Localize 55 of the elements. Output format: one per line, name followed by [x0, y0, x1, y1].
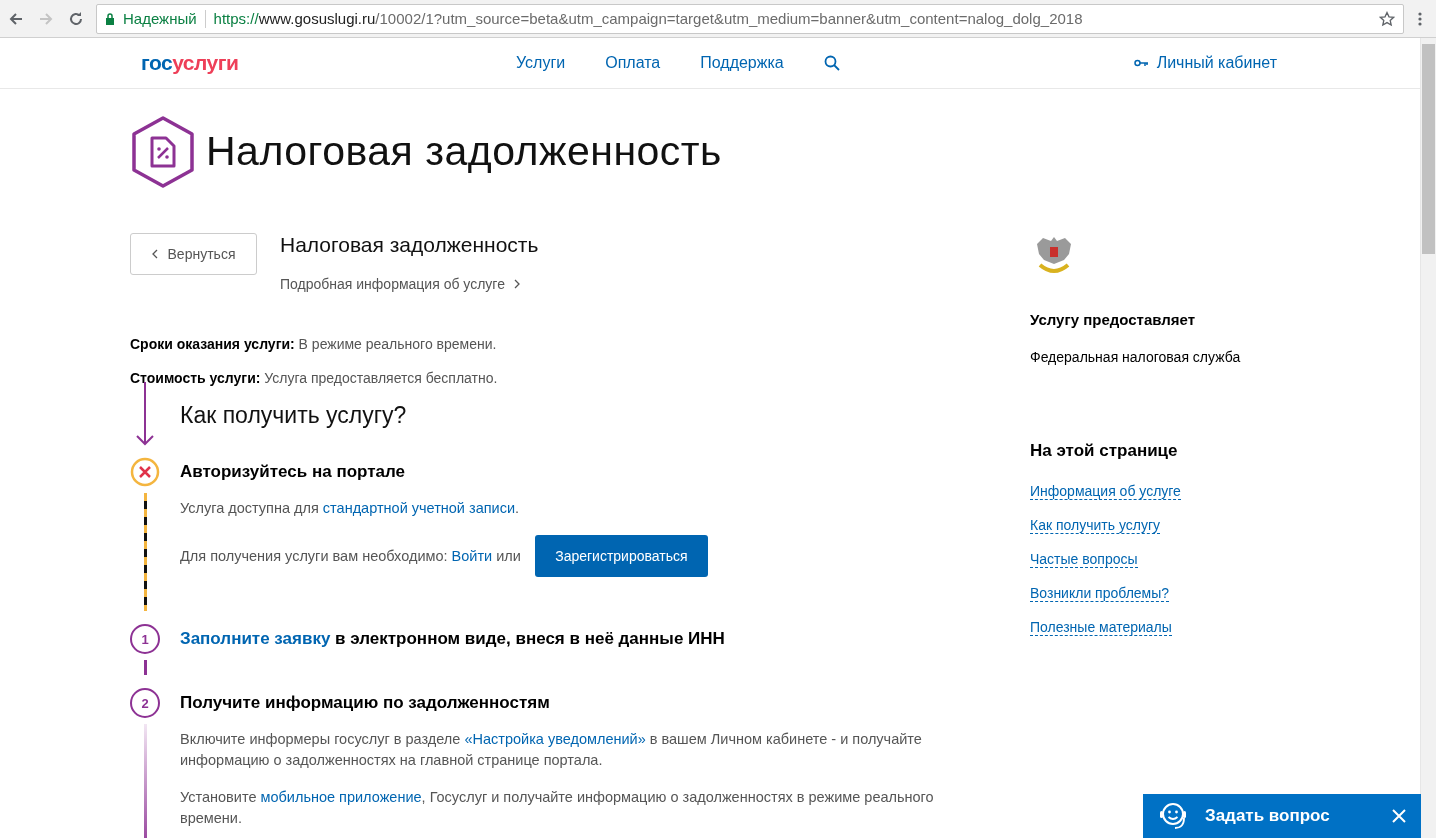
nav-link[interactable]: Услуги	[516, 54, 566, 72]
key-icon	[1133, 59, 1148, 67]
text-link[interactable]: Войти	[451, 547, 493, 564]
nav-link[interactable]: Поддержка	[700, 54, 784, 72]
menu-icon[interactable]	[1418, 10, 1422, 27]
page-anchor-link[interactable]: Информация об услуге	[1030, 483, 1181, 500]
back-button[interactable]: Вернуться	[130, 233, 257, 275]
service-title: Налоговая задолженность	[280, 233, 539, 257]
provider-heading: Услугу предоставляет	[1030, 311, 1197, 328]
page-anchor-link[interactable]: Возникли проблемы?	[1030, 585, 1170, 602]
text-link[interactable]: стандартной учетной записи	[322, 500, 515, 516]
page-title: Налоговая задолженность	[206, 128, 722, 175]
account-link[interactable]: Личный кабинет	[1133, 54, 1277, 72]
step-number: 1	[130, 624, 160, 654]
star-icon[interactable]	[1379, 10, 1395, 27]
reload-icon[interactable]	[68, 10, 84, 27]
step-title: Заполните заявку в электронном виде, внеся в неё данные ИНН	[180, 629, 726, 649]
page-anchor-link[interactable]: Частые вопросы	[1030, 551, 1138, 568]
security-label: Надежный	[123, 10, 197, 27]
step-title: Получите информацию по задолженностям	[180, 693, 551, 713]
on-page-heading: На этой странице	[1030, 441, 1179, 461]
scrollbar[interactable]	[1420, 38, 1436, 838]
chevron-left-icon	[151, 249, 158, 259]
chat-label: Задать вопрос	[1205, 806, 1331, 826]
step-text: Услуга доступна для стандартной учетной записи.	[180, 499, 520, 518]
service-fact: Сроки оказания услуги: В режиме реального времени.	[130, 336, 498, 352]
url-text: https://www.gosuslugi.ru/10002/1?utm_source=beta&utm_campaign=target&utm_medium=banner&utm_content=nalog_dolg_2018	[213, 10, 1084, 27]
step-text: Включите информеры госуслуг в разделе «Настройка уведомлений» в вашем Личном кабинете - и получайте информацию о задолженностях на главной странице портала.	[180, 730, 923, 770]
site-logo[interactable]: госуслуги	[141, 51, 516, 75]
lock-icon	[105, 12, 115, 25]
tax-document-icon	[130, 115, 196, 188]
chat-widget[interactable]: Задать вопрос	[1143, 794, 1421, 838]
step-link[interactable]: Заполните заявку	[180, 629, 331, 648]
support-agent-icon	[1157, 800, 1189, 832]
details-link[interactable]: Подробная информация об услуге	[280, 276, 539, 292]
text-link[interactable]: «Настройка уведомлений»	[464, 731, 646, 747]
close-icon[interactable]	[1391, 808, 1407, 824]
step-text: Для получения услуги вам необходимо: Войти или	[180, 546, 521, 566]
back-arrow-icon[interactable]	[8, 10, 24, 27]
service-fact: Стоимость услуги: Услуга предоставляется бесплатно.	[130, 370, 499, 386]
register-button[interactable]: Зарегистрироваться	[534, 535, 708, 577]
step-title: Авторизуйтесь на портале	[180, 462, 406, 482]
text-link[interactable]: мобильное приложение	[260, 789, 422, 805]
provider-name: Федеральная налоговая служба	[1030, 349, 1242, 365]
page-anchor-link[interactable]: Полезные материалы	[1030, 619, 1172, 636]
section-heading: Как получить услугу?	[180, 402, 407, 430]
error-step-icon	[130, 457, 160, 487]
chevron-right-icon	[513, 279, 520, 289]
nav-link[interactable]: Оплата	[605, 54, 661, 72]
search-icon[interactable]	[823, 55, 840, 71]
down-arrow-icon	[135, 382, 155, 446]
address-bar[interactable]: Надежный https://www.gosuslugi.ru/10002/1?utm_source=beta&utm_campaign=target&utm_medium=banner&utm_content=nalog_dolg_2018	[96, 3, 1404, 34]
step-text: Установите мобильное приложение, Госуслуг и получайте информацию о задолженностях в режиме реального времени.	[180, 788, 935, 828]
page-anchor-link[interactable]: Как получить услугу	[1030, 517, 1160, 534]
step-number: 2	[130, 688, 160, 718]
